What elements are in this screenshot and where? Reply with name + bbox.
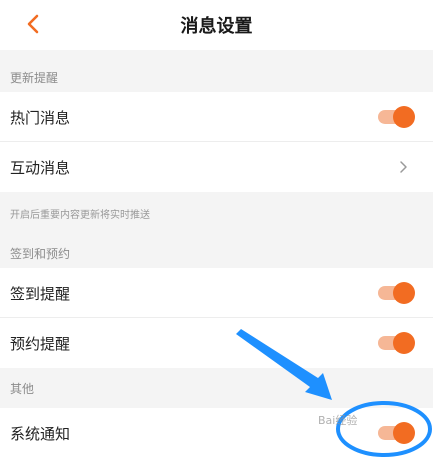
section-label-other: 其他 — [10, 382, 35, 396]
watermark-text: Bai经验 — [318, 414, 358, 427]
annotation-overlay — [236, 329, 432, 457]
row-booking-reminder: 预约提醒 — [0, 318, 433, 368]
hot-messages-label: 热门消息 — [10, 109, 71, 127]
hot-messages-toggle[interactable] — [378, 106, 415, 128]
toggle-knob — [393, 422, 415, 444]
row-signin-reminder: 签到提醒 — [0, 268, 433, 318]
interaction-messages-label: 互动消息 — [10, 159, 71, 177]
toggle-knob — [393, 332, 415, 354]
row-interaction-messages[interactable]: 互动消息 — [0, 142, 433, 192]
signin-reminder-toggle[interactable] — [378, 282, 415, 304]
row-system-notification: 系统通知 — [0, 408, 433, 458]
header-bar: 消息设置 — [0, 0, 433, 50]
section-label-update: 更新提醒 — [10, 71, 59, 85]
booking-reminder-label: 预约提醒 — [10, 335, 71, 353]
row-hot-messages: 热门消息 — [0, 92, 433, 142]
section-label-signin: 签到和预约 — [10, 247, 71, 261]
toggle-knob — [393, 106, 415, 128]
signin-reminder-label: 签到提醒 — [10, 285, 71, 303]
system-notification-label: 系统通知 — [10, 425, 71, 443]
chevron-right-icon — [400, 161, 407, 173]
booking-reminder-toggle[interactable] — [378, 332, 415, 354]
system-notification-toggle[interactable] — [378, 422, 415, 444]
page-title: 消息设置 — [180, 16, 253, 37]
update-hint-text: 开启后重要内容更新将实时推送 — [10, 210, 150, 221]
toggle-knob — [393, 282, 415, 304]
